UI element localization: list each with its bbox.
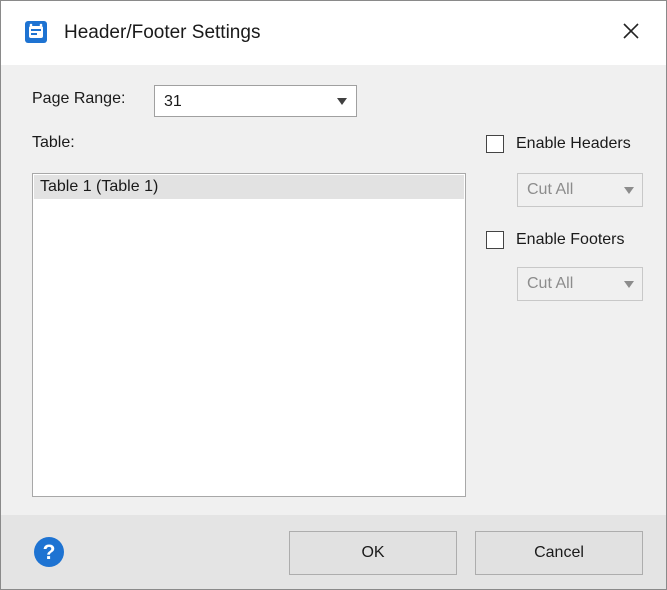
dialog-window: Header/Footer Settings Page Range: 31 Ta… [0,0,667,590]
table-listbox[interactable]: Table 1 (Table 1) [32,173,466,497]
enable-footers-checkbox[interactable] [486,231,504,249]
close-button[interactable] [611,15,651,51]
dialog-content: Page Range: 31 Table: Table 1 (Table 1) … [1,65,666,513]
close-icon [622,22,640,45]
chevron-down-icon [624,281,634,288]
page-range-dropdown[interactable]: 31 [154,85,357,117]
ok-button[interactable]: OK [289,531,457,575]
page-range-value: 31 [164,93,182,110]
svg-text:?: ? [43,541,56,564]
enable-headers-checkbox[interactable] [486,135,504,153]
cancel-button[interactable]: Cancel [475,531,643,575]
enable-footers-label[interactable]: Enable Footers [516,231,625,249]
title-bar: Header/Footer Settings [1,1,666,65]
page-range-label: Page Range: [32,90,126,107]
footers-mode-dropdown[interactable]: Cut All [517,267,643,301]
chevron-down-icon [624,187,634,194]
table-label: Table: [32,134,75,151]
enable-headers-label[interactable]: Enable Headers [516,135,631,153]
app-logo-icon [25,21,47,43]
footers-mode-value: Cut All [527,275,574,292]
dialog-footer: ? OK Cancel [1,515,666,589]
help-icon[interactable]: ? [33,536,65,568]
chevron-down-icon [337,98,347,105]
headers-mode-dropdown[interactable]: Cut All [517,173,643,207]
list-item[interactable]: Table 1 (Table 1) [34,175,464,199]
headers-mode-value: Cut All [527,181,574,198]
dialog-title: Header/Footer Settings [64,22,261,43]
